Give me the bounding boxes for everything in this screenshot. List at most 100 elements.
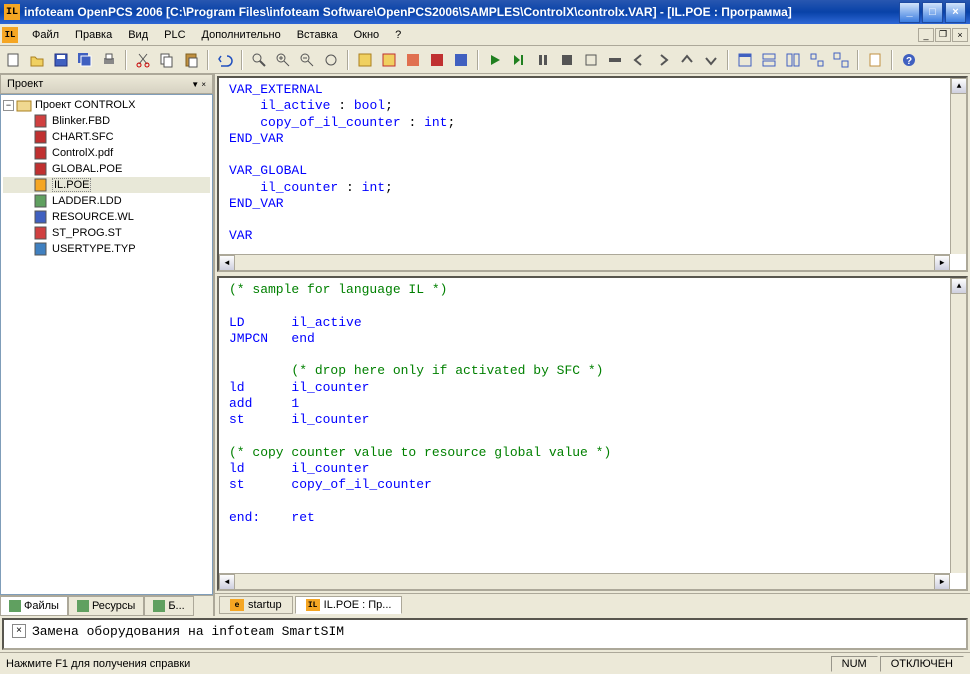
file-tab[interactable]: estartup xyxy=(219,596,293,614)
help-button[interactable]: ? xyxy=(898,49,920,71)
mdi-restore-button[interactable]: ❐ xyxy=(935,28,951,42)
minimize-button[interactable]: _ xyxy=(899,2,920,23)
tree-item[interactable]: RESOURCE.WL xyxy=(3,209,210,225)
tool-1-button[interactable] xyxy=(354,49,376,71)
hscroll[interactable]: ◄► xyxy=(219,254,950,270)
tree-item[interactable]: IL.POE xyxy=(3,177,210,193)
output-text: Замена оборудования на infoteam SmartSIM xyxy=(32,624,344,644)
tool-5-button[interactable] xyxy=(450,49,472,71)
file-icon xyxy=(33,242,49,256)
tree-item[interactable]: ControlX.pdf xyxy=(3,145,210,161)
collapse-icon[interactable]: − xyxy=(3,100,14,111)
step-button[interactable] xyxy=(508,49,530,71)
win-1-button[interactable] xyxy=(734,49,756,71)
toolbar: ? xyxy=(0,46,970,74)
nav-left-button[interactable] xyxy=(628,49,650,71)
tree-item-label: ControlX.pdf xyxy=(52,147,113,159)
declaration-editor[interactable]: VAR_EXTERNAL il_active : bool; copy_of_i… xyxy=(217,76,968,272)
close-button[interactable]: × xyxy=(945,2,966,23)
sidebar-title[interactable]: Проект ▼ × xyxy=(0,74,213,94)
file-tab-label: IL.POE : Пр... xyxy=(324,599,392,611)
tree-item[interactable]: Blinker.FBD xyxy=(3,113,210,129)
menu-Файл[interactable]: Файл xyxy=(24,27,67,43)
file-icon xyxy=(33,210,49,224)
paste-button[interactable] xyxy=(180,49,202,71)
nav-right-button[interactable] xyxy=(652,49,674,71)
zoom-fit-button[interactable] xyxy=(320,49,342,71)
mdi-minimize-button[interactable]: _ xyxy=(918,28,934,42)
win-3-button[interactable] xyxy=(782,49,804,71)
tree-item-label: LADDER.LDD xyxy=(52,195,122,207)
tree-item[interactable]: CHART.SFC xyxy=(3,129,210,145)
sidebar-tab[interactable]: Б... xyxy=(144,596,193,616)
cut-button[interactable] xyxy=(132,49,154,71)
sidebar-tab[interactable]: Файлы xyxy=(0,596,68,616)
save-button[interactable] xyxy=(50,49,72,71)
debug-2-button[interactable] xyxy=(604,49,626,71)
undo-button[interactable] xyxy=(214,49,236,71)
tool-3-button[interactable] xyxy=(402,49,424,71)
file-tab-label: startup xyxy=(248,599,282,611)
vscroll[interactable]: ▲ xyxy=(950,278,966,573)
output-panel[interactable]: × Замена оборудования на infoteam SmartS… xyxy=(2,618,968,650)
new-button[interactable] xyxy=(2,49,24,71)
tree-item[interactable]: LADDER.LDD xyxy=(3,193,210,209)
print-button[interactable] xyxy=(98,49,120,71)
win-2-button[interactable] xyxy=(758,49,780,71)
mdi-close-button[interactable]: × xyxy=(952,28,968,42)
nav-down-button[interactable] xyxy=(700,49,722,71)
pause-button[interactable] xyxy=(532,49,554,71)
project-sidebar: Проект ▼ × − Проект CONTROLX Blinker.FBD… xyxy=(0,74,215,616)
file-icon xyxy=(33,146,49,160)
tree-item-label: RESOURCE.WL xyxy=(52,211,134,223)
tree-root-label: Проект CONTROLX xyxy=(35,99,135,111)
menu-Дополнительно[interactable]: Дополнительно xyxy=(194,27,289,43)
dropdown-icon[interactable]: ▼ × xyxy=(191,80,206,89)
file-tabs: estartup IL IL.POE : Пр... xyxy=(215,593,970,616)
tree-item-label: IL.POE xyxy=(52,178,91,192)
hscroll[interactable]: ◄► xyxy=(219,573,950,589)
menu-Вставка[interactable]: Вставка xyxy=(289,27,346,43)
tree-item[interactable]: USERTYPE.TYP xyxy=(3,241,210,257)
file-icon xyxy=(33,194,49,208)
run-button[interactable] xyxy=(484,49,506,71)
zoom-in-button[interactable] xyxy=(272,49,294,71)
output-close-button[interactable]: × xyxy=(12,624,26,638)
menu-PLC[interactable]: PLC xyxy=(156,27,193,43)
win-4-button[interactable] xyxy=(806,49,828,71)
folder-icon xyxy=(16,98,32,112)
debug-1-button[interactable] xyxy=(580,49,602,71)
tree-item-label: Blinker.FBD xyxy=(52,115,110,127)
tool-4-button[interactable] xyxy=(426,49,448,71)
sidebar-title-label: Проект xyxy=(7,78,43,90)
status-help: Нажмите F1 для получения справки xyxy=(6,658,190,670)
props-button[interactable] xyxy=(864,49,886,71)
vscroll[interactable]: ▲ xyxy=(950,78,966,254)
copy-button[interactable] xyxy=(156,49,178,71)
stop-button[interactable] xyxy=(556,49,578,71)
file-icon xyxy=(33,162,49,176)
file-tab[interactable]: IL IL.POE : Пр... xyxy=(295,596,403,614)
tree-item[interactable]: ST_PROG.ST xyxy=(3,225,210,241)
win-5-button[interactable] xyxy=(830,49,852,71)
app-icon: IL xyxy=(4,4,20,20)
project-tree[interactable]: − Проект CONTROLX Blinker.FBD CHART.SFC Co… xyxy=(0,94,213,595)
file-tab-icon: IL xyxy=(306,599,320,611)
menu-Вид[interactable]: Вид xyxy=(120,27,156,43)
title-bar: IL infoteam OpenPCS 2006 [C:\Program Fil… xyxy=(0,0,970,24)
menu-Окно[interactable]: Окно xyxy=(346,27,388,43)
tree-item[interactable]: GLOBAL.POE xyxy=(3,161,210,177)
menu-?[interactable]: ? xyxy=(387,27,409,43)
save-all-button[interactable] xyxy=(74,49,96,71)
menu-Правка[interactable]: Правка xyxy=(67,27,120,43)
maximize-button[interactable]: □ xyxy=(922,2,943,23)
zoom-out-button[interactable] xyxy=(296,49,318,71)
tree-root[interactable]: − Проект CONTROLX xyxy=(3,97,210,113)
tool-2-button[interactable] xyxy=(378,49,400,71)
nav-up-button[interactable] xyxy=(676,49,698,71)
file-icon xyxy=(33,114,49,128)
find-button[interactable] xyxy=(248,49,270,71)
open-button[interactable] xyxy=(26,49,48,71)
code-editor[interactable]: (* sample for language IL *) LD il_activ… xyxy=(217,276,968,591)
sidebar-tab[interactable]: Ресурсы xyxy=(68,596,144,616)
